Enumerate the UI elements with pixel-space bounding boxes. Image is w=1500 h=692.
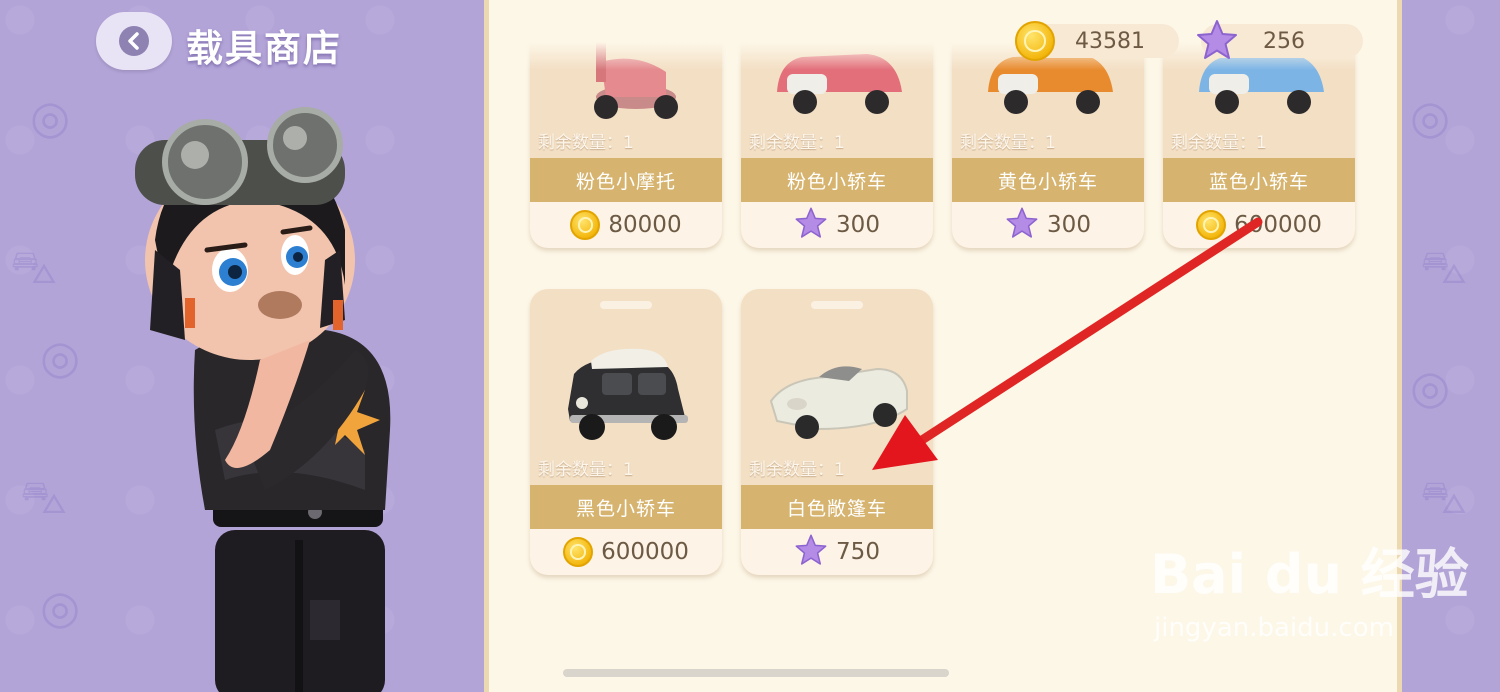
steering-wheel-pattern-icon: ◎ bbox=[1410, 90, 1451, 144]
black-car-image bbox=[568, 348, 688, 440]
item-price: 600000 bbox=[1234, 212, 1322, 238]
item-price-row: 80000 bbox=[530, 202, 722, 248]
item-price: 300 bbox=[836, 212, 880, 238]
coin-icon bbox=[570, 210, 601, 240]
item-price-row: 300 bbox=[952, 202, 1144, 248]
coin-icon bbox=[563, 537, 594, 567]
item-price: 750 bbox=[836, 539, 880, 565]
item-price-row: 300 bbox=[741, 202, 933, 248]
item-price-row: 750 bbox=[741, 529, 933, 575]
star-balance: 256 bbox=[1197, 20, 1363, 59]
steering-wheel-pattern-icon: ◎ bbox=[1410, 360, 1451, 414]
car-pattern-icon: ⛍ bbox=[20, 470, 68, 524]
coin-icon bbox=[1015, 21, 1055, 61]
chevron-left-icon bbox=[119, 26, 149, 56]
remaining-quantity: 剩余数量：1 bbox=[1171, 133, 1267, 153]
item-name: 粉色小轿车 bbox=[741, 158, 933, 202]
car-pattern-icon: ⛍ bbox=[1420, 470, 1468, 524]
car-pattern-icon: ⛍ bbox=[1420, 240, 1468, 294]
remaining-quantity: 剩余数量：1 bbox=[538, 460, 634, 480]
item-name: 粉色小摩托 bbox=[530, 158, 722, 202]
item-price-row: 600000 bbox=[530, 529, 722, 575]
shop-item-card[interactable]: 剩余数量：1 白色敞篷车 750 bbox=[741, 289, 933, 575]
coin-balance-value: 43581 bbox=[1075, 29, 1145, 54]
baidu-watermark: Bai du 经验 jingyan.baidu.com bbox=[1150, 530, 1469, 643]
horizontal-scrollbar[interactable] bbox=[563, 669, 949, 677]
star-icon bbox=[1005, 206, 1039, 244]
watermark-url: jingyan.baidu.com bbox=[1154, 613, 1394, 643]
star-icon bbox=[794, 206, 828, 244]
shop-item-card[interactable]: 剩余数量：1 黑色小轿车 600000 bbox=[530, 289, 722, 575]
item-name: 黑色小轿车 bbox=[530, 485, 722, 529]
star-icon bbox=[794, 533, 828, 571]
car-pattern-icon: ⛍ bbox=[10, 240, 58, 294]
steering-wheel-pattern-icon: ◎ bbox=[30, 90, 71, 144]
item-price: 300 bbox=[1047, 212, 1091, 238]
remaining-quantity: 剩余数量：1 bbox=[749, 133, 845, 153]
card-hanger bbox=[811, 301, 863, 309]
item-name: 蓝色小轿车 bbox=[1163, 158, 1355, 202]
remaining-quantity: 剩余数量：1 bbox=[749, 460, 845, 480]
star-icon bbox=[1195, 18, 1239, 62]
item-name: 黄色小轿车 bbox=[952, 158, 1144, 202]
back-button[interactable] bbox=[96, 12, 172, 70]
item-price-row: 600000 bbox=[1163, 202, 1355, 248]
avatar-character bbox=[135, 107, 391, 692]
item-price: 80000 bbox=[608, 212, 682, 238]
steering-wheel-pattern-icon: ◎ bbox=[40, 330, 81, 384]
steering-wheel-pattern-icon: ◎ bbox=[40, 580, 81, 634]
star-balance-value: 256 bbox=[1263, 29, 1305, 54]
remaining-quantity: 剩余数量：1 bbox=[960, 133, 1056, 153]
coin-icon bbox=[1196, 210, 1227, 240]
coin-balance: 43581 bbox=[1015, 21, 1179, 61]
card-hanger bbox=[600, 301, 652, 309]
page-title: 载具商店 bbox=[186, 27, 342, 70]
item-price: 600000 bbox=[601, 539, 689, 565]
watermark-brand: Bai du 经验 bbox=[1150, 543, 1469, 606]
remaining-quantity: 剩余数量：1 bbox=[538, 133, 634, 153]
white-convertible-image bbox=[769, 366, 908, 439]
item-name: 白色敞篷车 bbox=[741, 485, 933, 529]
